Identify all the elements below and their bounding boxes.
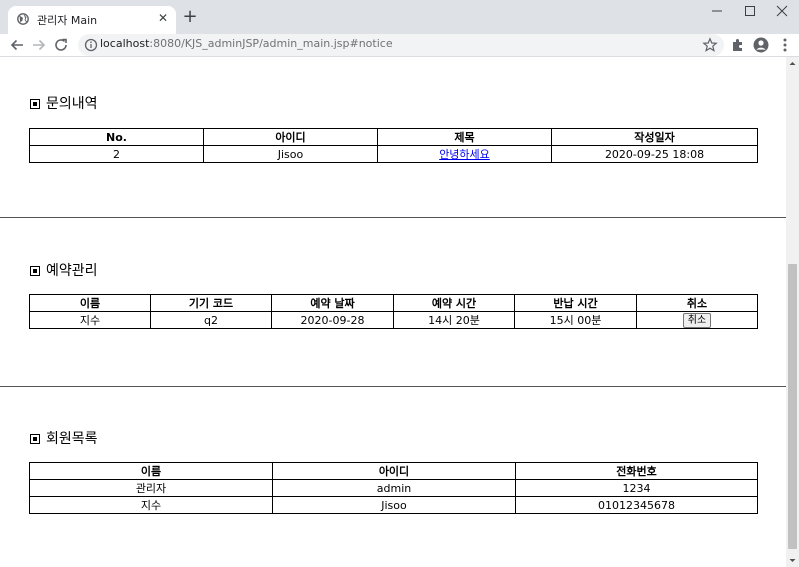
column-header: 이름 [29, 294, 151, 312]
inquiry-subject-link[interactable]: 안녕하세요 [439, 148, 490, 161]
inquiry-subject-cell: 안녕하세요 [377, 145, 552, 163]
page-viewport: 문의내역 No. 아이디 제목 작성일자 2 Jisoo 안녕하세요 2020-… [0, 57, 786, 567]
members-table: 이름 아이디 전화번호 관리자 admin 1234 지수 Jisoo 0101… [29, 462, 758, 514]
table-row: 관리자 admin 1234 [29, 479, 758, 497]
browser-toolbar: localhost:8080/KJS_adminJSP/admin_main.j… [0, 34, 799, 56]
inquiry-date: 2020-09-25 18:08 [551, 145, 758, 163]
square-bullet-icon [30, 266, 40, 276]
table-row: 2 Jisoo 안녕하세요 2020-09-25 18:08 [29, 145, 758, 163]
reservation-date: 2020-09-28 [271, 311, 394, 329]
column-header: No. [29, 128, 204, 146]
inquiry-no: 2 [29, 145, 204, 163]
bookmark-star-icon[interactable] [702, 37, 718, 53]
table-header-row: 이름 기기 코드 예약 날짜 예약 시간 반납 시간 취소 [29, 294, 758, 312]
member-phone: 1234 [515, 479, 758, 497]
section-divider [0, 217, 786, 218]
forward-arrow-icon[interactable] [30, 36, 48, 54]
column-header: 전화번호 [515, 462, 758, 480]
column-header: 아이디 [272, 462, 516, 480]
browser-tab[interactable]: 관리자 Main ✕ [8, 6, 176, 34]
profile-avatar-icon[interactable] [752, 36, 770, 54]
members-section-title: 회원목록 [30, 430, 98, 448]
maximize-icon[interactable] [734, 0, 766, 22]
reservation-title-text: 예약관리 [46, 263, 98, 279]
inquiry-section-title: 문의내역 [30, 95, 98, 113]
table-header-row: No. 아이디 제목 작성일자 [29, 128, 758, 146]
close-tab-icon[interactable]: ✕ [156, 11, 170, 25]
extensions-icon[interactable] [729, 36, 747, 54]
vertical-scrollbar[interactable] [786, 57, 799, 567]
column-header: 반납 시간 [514, 294, 637, 312]
members-title-text: 회원목록 [46, 431, 98, 447]
reservation-device-code: q2 [150, 311, 272, 329]
member-id: Jisoo [272, 496, 516, 514]
tab-title: 관리자 Main [37, 14, 98, 27]
square-bullet-icon [30, 99, 40, 109]
square-bullet-icon [30, 434, 40, 444]
column-header: 작성일자 [551, 128, 758, 146]
reservation-table: 이름 기기 코드 예약 날짜 예약 시간 반납 시간 취소 지수 q2 2020… [29, 294, 758, 329]
reservation-name: 지수 [29, 311, 151, 329]
column-header: 취소 [636, 294, 758, 312]
table-header-row: 이름 아이디 전화번호 [29, 462, 758, 480]
column-header: 기기 코드 [150, 294, 272, 312]
scrollbar-thumb[interactable] [788, 264, 797, 549]
minimize-icon[interactable] [701, 0, 733, 22]
inquiry-title-text: 문의내역 [46, 96, 98, 112]
scroll-down-arrow-icon[interactable] [786, 554, 799, 567]
table-row: 지수 Jisoo 01012345678 [29, 496, 758, 514]
info-icon[interactable] [84, 38, 98, 52]
reservation-section-title: 예약관리 [30, 262, 98, 280]
url-text[interactable]: localhost:8080/KJS_adminJSP/admin_main.j… [100, 37, 393, 50]
url-host: localhost [100, 37, 150, 50]
table-row: 지수 q2 2020-09-28 14시 20분 15시 00분 취소 [29, 311, 758, 329]
address-bar[interactable]: localhost:8080/KJS_adminJSP/admin_main.j… [78, 34, 724, 56]
url-path: :8080/KJS_adminJSP/admin_main.jsp#notice [149, 37, 393, 50]
back-arrow-icon[interactable] [8, 36, 26, 54]
cancel-reservation-button[interactable]: 취소 [682, 312, 712, 328]
column-header: 아이디 [203, 128, 378, 146]
member-phone: 01012345678 [515, 496, 758, 514]
column-header: 제목 [377, 128, 552, 146]
browser-tab-bar: 관리자 Main ✕ + [0, 0, 799, 34]
column-header: 이름 [29, 462, 273, 480]
new-tab-icon[interactable]: + [182, 8, 198, 26]
member-name: 지수 [29, 496, 273, 514]
window-close-icon[interactable] [766, 0, 798, 22]
reload-icon[interactable] [52, 36, 70, 54]
scroll-up-arrow-icon[interactable] [786, 57, 799, 70]
column-header: 예약 날짜 [271, 294, 394, 312]
section-divider [0, 386, 786, 387]
menu-kebab-icon[interactable] [776, 36, 794, 54]
member-name: 관리자 [29, 479, 273, 497]
column-header: 예약 시간 [393, 294, 515, 312]
member-id: admin [272, 479, 516, 497]
inquiry-table: No. 아이디 제목 작성일자 2 Jisoo 안녕하세요 2020-09-25… [29, 128, 758, 163]
reservation-cancel-cell: 취소 [636, 311, 758, 329]
inquiry-user-id: Jisoo [203, 145, 378, 163]
reservation-time: 14시 20분 [393, 311, 515, 329]
reservation-return-time: 15시 00분 [514, 311, 637, 329]
globe-icon [17, 13, 29, 25]
